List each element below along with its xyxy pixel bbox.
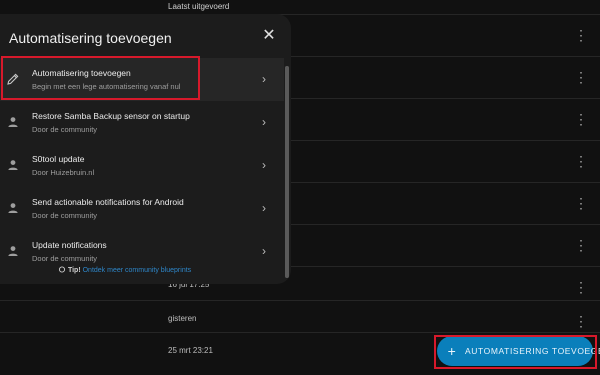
- add-automation-dialog: Automatisering toevoegen ✕ Automatiserin…: [0, 14, 291, 284]
- option-subtitle: Door de community: [32, 254, 98, 263]
- more-vert-icon[interactable]: ⋮: [574, 25, 588, 45]
- dialog-title: Automatisering toevoegen: [9, 30, 172, 46]
- close-icon[interactable]: ✕: [259, 26, 279, 46]
- option-blueprint[interactable]: Restore Samba Backup sensor on startup D…: [0, 101, 284, 144]
- lightbulb-icon: [58, 266, 68, 274]
- person-icon: [6, 244, 20, 258]
- highlight-box: [1, 56, 200, 100]
- column-header-last-run[interactable]: Laatst uitgevoerd: [168, 2, 229, 11]
- row-date: gisteren: [168, 314, 197, 323]
- chevron-right-icon: ›: [262, 201, 266, 215]
- person-icon: [6, 201, 20, 215]
- option-subtitle: Door de community: [32, 211, 98, 220]
- tip-link[interactable]: Ontdek meer community blueprints: [83, 267, 192, 274]
- option-title: Send actionable notifications for Androi…: [32, 197, 184, 207]
- person-icon: [6, 158, 20, 172]
- scrollbar-thumb[interactable]: [285, 66, 289, 278]
- option-title: Restore Samba Backup sensor on startup: [32, 111, 190, 121]
- option-blueprint[interactable]: Send actionable notifications for Androi…: [0, 187, 284, 230]
- chevron-right-icon: ›: [262, 115, 266, 129]
- chevron-right-icon: ›: [262, 244, 266, 258]
- more-vert-icon[interactable]: ⋮: [574, 67, 588, 87]
- more-vert-icon[interactable]: ⋮: [574, 235, 588, 255]
- more-vert-icon[interactable]: ⋮: [574, 277, 588, 297]
- option-title: S0tool update: [32, 154, 85, 164]
- table-header: Laatst uitgevoerd: [0, 0, 600, 14]
- option-blueprint[interactable]: S0tool update Door Huizebruin.nl ›: [0, 144, 284, 187]
- chevron-right-icon: ›: [262, 72, 266, 86]
- more-vert-icon[interactable]: ⋮: [574, 109, 588, 129]
- chevron-right-icon: ›: [262, 158, 266, 172]
- row-date: 25 mrt 23:21: [168, 346, 213, 355]
- more-vert-icon[interactable]: ⋮: [574, 151, 588, 171]
- highlight-box: [434, 335, 597, 369]
- option-subtitle: Door de community: [32, 125, 98, 134]
- tip-label: Tip!: [67, 266, 81, 274]
- dialog-scrollbar[interactable]: [285, 66, 289, 278]
- more-vert-icon[interactable]: ⋮: [574, 311, 588, 331]
- tip-row: Tip! Ontdek meer community blueprints: [58, 266, 191, 274]
- person-icon: [6, 115, 20, 129]
- option-title: Update notifications: [32, 240, 107, 250]
- more-vert-icon[interactable]: ⋮: [574, 193, 588, 213]
- option-subtitle: Door Huizebruin.nl: [32, 168, 95, 177]
